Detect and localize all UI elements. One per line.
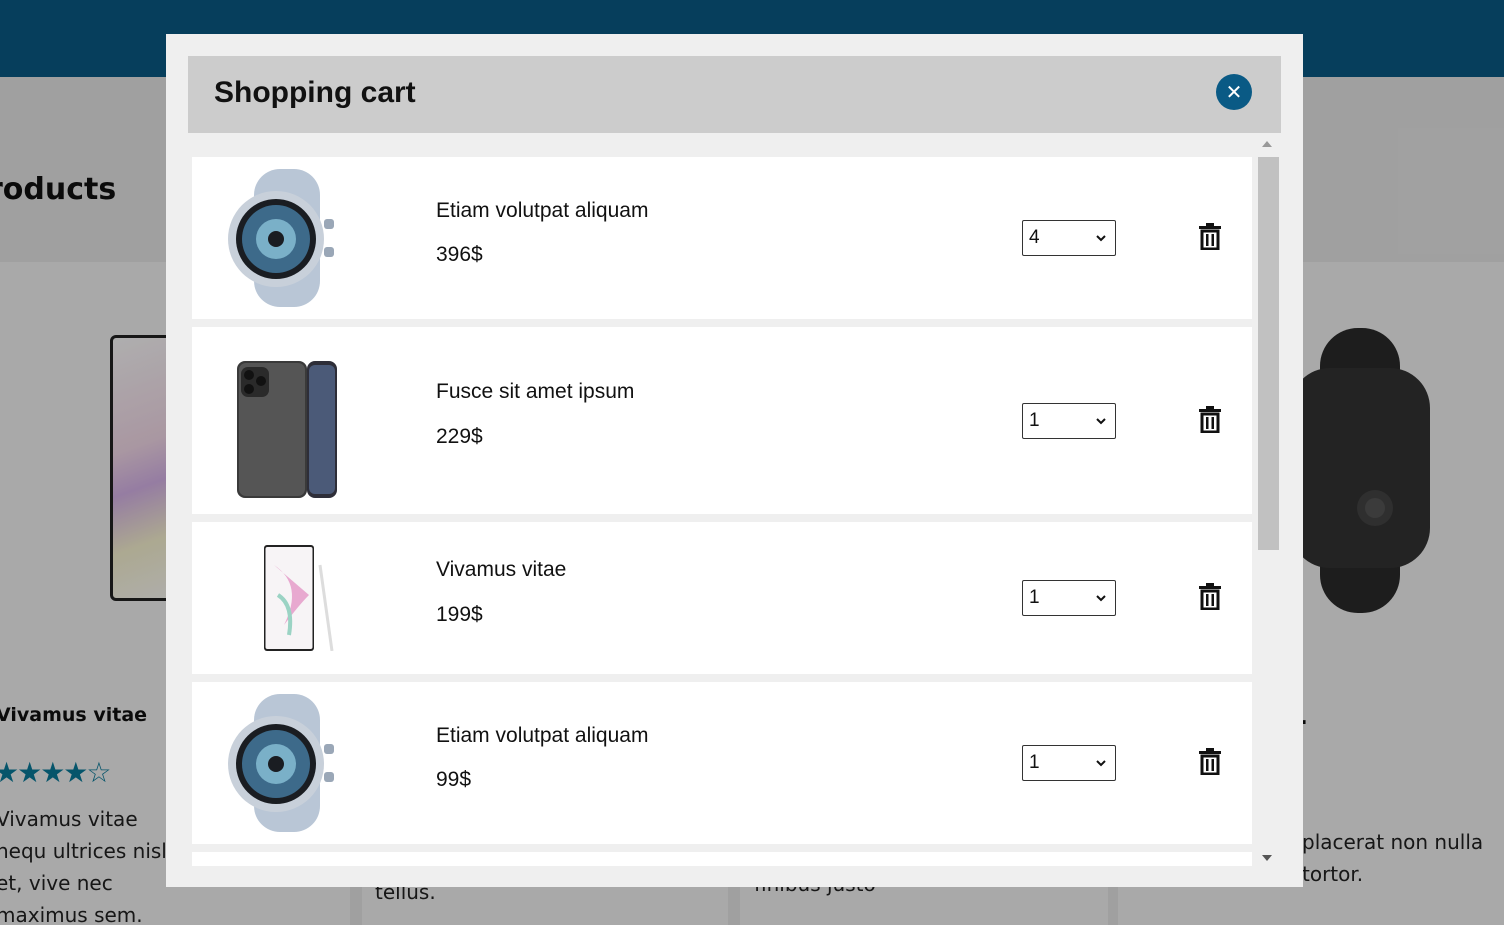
scrollbar-thumb[interactable] bbox=[1258, 157, 1279, 550]
quantity-select[interactable]: 1 bbox=[1022, 580, 1116, 616]
trash-icon[interactable] bbox=[1197, 582, 1223, 610]
chevron-down-icon bbox=[1096, 235, 1106, 242]
modal-header: Shopping cart ✕ bbox=[188, 56, 1281, 133]
chevron-down-icon bbox=[1096, 595, 1106, 602]
quantity-value: 1 bbox=[1029, 410, 1040, 431]
chevron-down-icon bbox=[1096, 760, 1106, 767]
quantity-select[interactable]: 4 bbox=[1022, 220, 1116, 256]
item-name: Etiam volutpat aliquam bbox=[436, 724, 649, 747]
item-name: Vivamus vitae bbox=[436, 558, 567, 581]
scroll-down-arrow-icon[interactable] bbox=[1262, 855, 1272, 861]
trash-icon[interactable] bbox=[1197, 747, 1223, 775]
cart-item: Vivamus vitae 199$ 1 bbox=[192, 522, 1252, 674]
item-price: 99$ bbox=[436, 768, 472, 791]
trash-icon[interactable] bbox=[1197, 222, 1223, 250]
quantity-select[interactable]: 1 bbox=[1022, 403, 1116, 439]
item-price: 199$ bbox=[436, 603, 483, 626]
quantity-value: 1 bbox=[1029, 587, 1040, 608]
smartwatch-image bbox=[228, 169, 334, 307]
close-button[interactable]: ✕ bbox=[1216, 74, 1252, 110]
shopping-cart-modal: Shopping cart ✕ Etiam volutpat aliquam 3… bbox=[166, 34, 1303, 887]
item-name: Fusce sit amet ipsum bbox=[436, 380, 635, 403]
smartwatch-image bbox=[228, 694, 334, 832]
item-price: 229$ bbox=[436, 425, 483, 448]
cart-item: Etiam volutpat aliquam 99$ 1 bbox=[192, 682, 1252, 844]
cart-item: Fusce sit amet ipsum 229$ 1 bbox=[192, 327, 1252, 514]
smartphone-image bbox=[237, 361, 337, 498]
smartphone-image bbox=[264, 545, 334, 651]
chevron-down-icon bbox=[1096, 418, 1106, 425]
quantity-select[interactable]: 1 bbox=[1022, 745, 1116, 781]
cart-item: Etiam volutpat aliquam 396$ 4 bbox=[192, 157, 1252, 319]
item-price: 396$ bbox=[436, 243, 483, 266]
modal-title: Shopping cart bbox=[214, 76, 416, 109]
quantity-value: 4 bbox=[1029, 227, 1040, 248]
cart-list[interactable]: Etiam volutpat aliquam 396$ 4 Fusce sit … bbox=[192, 157, 1252, 866]
trash-icon[interactable] bbox=[1197, 405, 1223, 433]
cart-item bbox=[192, 852, 1252, 866]
close-icon: ✕ bbox=[1225, 80, 1243, 104]
quantity-value: 1 bbox=[1029, 752, 1040, 773]
cart-scrollbar[interactable] bbox=[1257, 137, 1281, 867]
scroll-up-arrow-icon[interactable] bbox=[1262, 141, 1272, 147]
item-name: Etiam volutpat aliquam bbox=[436, 199, 649, 222]
